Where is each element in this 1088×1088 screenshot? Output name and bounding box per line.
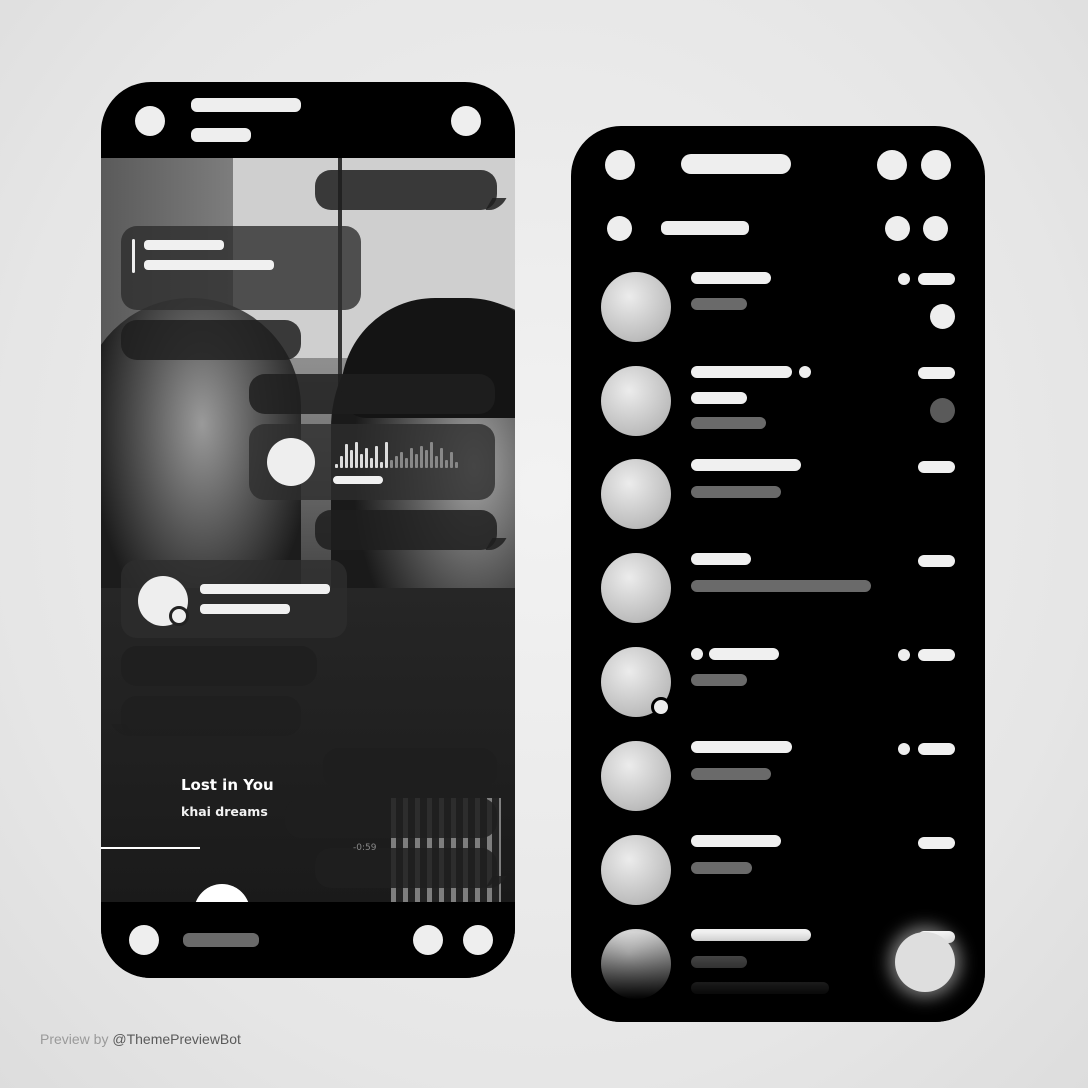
chat-time bbox=[918, 743, 955, 755]
read-status-icon bbox=[898, 649, 910, 661]
outgoing-message[interactable] bbox=[315, 510, 497, 550]
chat-avatar bbox=[601, 459, 671, 529]
settings-icon[interactable] bbox=[921, 150, 951, 180]
incoming-message[interactable] bbox=[121, 646, 317, 686]
chat-sender bbox=[691, 392, 747, 404]
chat-preview bbox=[691, 768, 771, 780]
chat-name bbox=[691, 366, 792, 378]
chat-time bbox=[918, 461, 955, 473]
now-playing-artist: khai dreams bbox=[181, 804, 268, 819]
reply-message[interactable] bbox=[121, 226, 361, 310]
new-chat-button[interactable] bbox=[895, 932, 955, 992]
contact-detail bbox=[200, 604, 290, 614]
chat-preview bbox=[691, 674, 747, 686]
chat-time bbox=[918, 367, 955, 379]
incoming-message[interactable] bbox=[121, 696, 301, 736]
attach-icon[interactable] bbox=[129, 925, 159, 955]
search-icon[interactable] bbox=[877, 150, 907, 180]
unread-badge-muted bbox=[930, 398, 955, 423]
chat-name bbox=[691, 835, 781, 847]
incoming-message[interactable] bbox=[121, 320, 301, 360]
outgoing-message[interactable] bbox=[249, 374, 495, 414]
chat-avatar bbox=[601, 741, 671, 811]
chat-preview bbox=[691, 298, 747, 310]
now-playing-progress[interactable] bbox=[101, 847, 201, 849]
menu-icon[interactable] bbox=[605, 150, 635, 180]
app-title-placeholder bbox=[681, 154, 791, 174]
chat-preview bbox=[691, 486, 781, 498]
chat-time bbox=[918, 837, 955, 849]
chat-phone: Lost in You khai dreams -0:59 bbox=[101, 82, 515, 978]
contact-message[interactable] bbox=[121, 560, 347, 638]
outgoing-message[interactable] bbox=[315, 170, 497, 210]
tab-icon[interactable] bbox=[607, 216, 632, 241]
reply-quote-text bbox=[144, 260, 274, 270]
chat-title-placeholder bbox=[191, 98, 301, 112]
read-status-icon bbox=[898, 743, 910, 755]
chat-preview bbox=[691, 417, 766, 429]
back-icon[interactable] bbox=[135, 106, 165, 136]
contact-name bbox=[200, 584, 330, 594]
voice-play-icon[interactable] bbox=[267, 438, 315, 486]
reply-quote-bar bbox=[132, 239, 135, 273]
outgoing-message[interactable] bbox=[323, 748, 497, 788]
unread-badge bbox=[930, 304, 955, 329]
pinned-icon bbox=[691, 648, 703, 660]
chat-avatar bbox=[601, 835, 671, 905]
outgoing-message[interactable] bbox=[315, 848, 497, 888]
chat-time bbox=[918, 649, 955, 661]
chat-name bbox=[691, 272, 771, 284]
chat-name bbox=[691, 459, 801, 471]
verified-icon bbox=[799, 366, 811, 378]
emoji-icon[interactable] bbox=[413, 925, 443, 955]
preview-credit-prefix: Preview by bbox=[40, 1031, 109, 1047]
tab-label[interactable] bbox=[661, 221, 749, 235]
chat-name bbox=[709, 648, 779, 660]
chat-preview bbox=[691, 862, 752, 874]
preview-credit-handle[interactable]: @ThemePreviewBot bbox=[112, 1031, 241, 1047]
chat-avatar bbox=[601, 272, 671, 342]
chat-preview bbox=[691, 580, 871, 592]
now-playing-time: -0:59 bbox=[353, 843, 377, 853]
contact-online-dot bbox=[169, 606, 189, 626]
message-input[interactable] bbox=[183, 933, 259, 947]
preview-credit: Preview by @ThemePreviewBot bbox=[40, 1031, 241, 1047]
online-indicator bbox=[651, 697, 671, 717]
chat-name bbox=[691, 741, 792, 753]
chat-list-phone bbox=[571, 126, 985, 1022]
voice-waveform bbox=[335, 438, 458, 468]
chat-avatar bbox=[601, 366, 671, 436]
chat-time bbox=[918, 555, 955, 567]
chat-status-placeholder bbox=[191, 128, 251, 142]
chat-name bbox=[691, 553, 751, 565]
input-bar bbox=[101, 902, 515, 978]
reply-quote-author bbox=[144, 240, 224, 250]
avatar-icon[interactable] bbox=[451, 106, 481, 136]
now-playing-title: Lost in You bbox=[181, 776, 274, 794]
chat-time bbox=[918, 273, 955, 285]
mic-icon[interactable] bbox=[463, 925, 493, 955]
tab-icon[interactable] bbox=[923, 216, 948, 241]
chat-avatar bbox=[601, 553, 671, 623]
voice-duration bbox=[333, 476, 383, 484]
tab-icon[interactable] bbox=[885, 216, 910, 241]
read-status-icon bbox=[898, 273, 910, 285]
outgoing-message[interactable] bbox=[285, 798, 497, 838]
